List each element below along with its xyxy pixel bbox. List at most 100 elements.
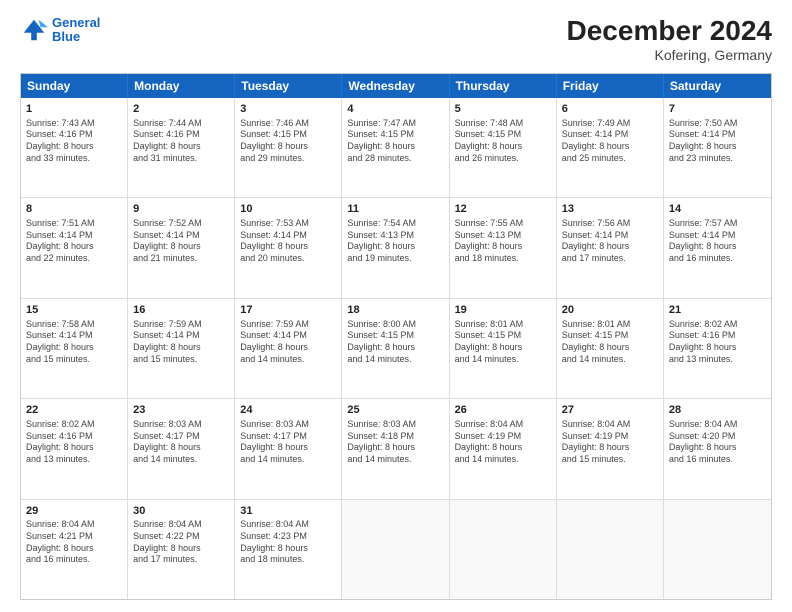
minutes-line: and 19 minutes. xyxy=(347,253,443,265)
day-cell-18: 18 Sunrise: 8:00 AM Sunset: 4:15 PM Dayl… xyxy=(342,299,449,398)
header-day-saturday: Saturday xyxy=(664,74,771,98)
sunrise-line: Sunrise: 8:03 AM xyxy=(240,419,336,431)
minutes-line: and 14 minutes. xyxy=(455,454,551,466)
day-number: 18 xyxy=(347,303,443,318)
daylight-line: Daylight: 8 hours xyxy=(347,342,443,354)
daylight-line: Daylight: 8 hours xyxy=(562,141,658,153)
sunset-line: Sunset: 4:19 PM xyxy=(455,431,551,443)
sunrise-line: Sunrise: 8:04 AM xyxy=(26,519,122,531)
daylight-line: Daylight: 8 hours xyxy=(133,141,229,153)
sunrise-line: Sunrise: 8:01 AM xyxy=(455,319,551,331)
daylight-line: Daylight: 8 hours xyxy=(240,442,336,454)
minutes-line: and 26 minutes. xyxy=(455,153,551,165)
daylight-line: Daylight: 8 hours xyxy=(669,342,766,354)
header: General Blue December 2024 Kofering, Ger… xyxy=(20,16,772,63)
sunrise-line: Sunrise: 7:47 AM xyxy=(347,118,443,130)
sunset-line: Sunset: 4:14 PM xyxy=(562,129,658,141)
daylight-line: Daylight: 8 hours xyxy=(347,141,443,153)
day-cell-29: 29 Sunrise: 8:04 AM Sunset: 4:21 PM Dayl… xyxy=(21,500,128,599)
sunset-line: Sunset: 4:14 PM xyxy=(26,230,122,242)
minutes-line: and 14 minutes. xyxy=(240,354,336,366)
minutes-line: and 18 minutes. xyxy=(455,253,551,265)
day-cell-9: 9 Sunrise: 7:52 AM Sunset: 4:14 PM Dayli… xyxy=(128,198,235,297)
sunset-line: Sunset: 4:17 PM xyxy=(133,431,229,443)
day-cell-19: 19 Sunrise: 8:01 AM Sunset: 4:15 PM Dayl… xyxy=(450,299,557,398)
day-cell-6: 6 Sunrise: 7:49 AM Sunset: 4:14 PM Dayli… xyxy=(557,98,664,197)
day-cell-16: 16 Sunrise: 7:59 AM Sunset: 4:14 PM Dayl… xyxy=(128,299,235,398)
sunset-line: Sunset: 4:15 PM xyxy=(347,129,443,141)
empty-cell xyxy=(342,500,449,599)
logo-icon xyxy=(20,16,48,44)
sunrise-line: Sunrise: 8:01 AM xyxy=(562,319,658,331)
sunset-line: Sunset: 4:14 PM xyxy=(669,230,766,242)
sunrise-line: Sunrise: 8:04 AM xyxy=(240,519,336,531)
day-number: 27 xyxy=(562,403,658,418)
day-cell-4: 4 Sunrise: 7:47 AM Sunset: 4:15 PM Dayli… xyxy=(342,98,449,197)
day-cell-2: 2 Sunrise: 7:44 AM Sunset: 4:16 PM Dayli… xyxy=(128,98,235,197)
day-cell-7: 7 Sunrise: 7:50 AM Sunset: 4:14 PM Dayli… xyxy=(664,98,771,197)
day-number: 26 xyxy=(455,403,551,418)
minutes-line: and 28 minutes. xyxy=(347,153,443,165)
header-day-wednesday: Wednesday xyxy=(342,74,449,98)
header-day-friday: Friday xyxy=(557,74,664,98)
minutes-line: and 14 minutes. xyxy=(133,454,229,466)
sunrise-line: Sunrise: 7:50 AM xyxy=(669,118,766,130)
daylight-line: Daylight: 8 hours xyxy=(26,442,122,454)
sunset-line: Sunset: 4:15 PM xyxy=(455,330,551,342)
day-number: 19 xyxy=(455,303,551,318)
day-number: 16 xyxy=(133,303,229,318)
calendar-row-2: 8 Sunrise: 7:51 AM Sunset: 4:14 PM Dayli… xyxy=(21,197,771,297)
minutes-line: and 33 minutes. xyxy=(26,153,122,165)
daylight-line: Daylight: 8 hours xyxy=(455,141,551,153)
sunrise-line: Sunrise: 8:00 AM xyxy=(347,319,443,331)
day-number: 13 xyxy=(562,202,658,217)
day-number: 25 xyxy=(347,403,443,418)
calendar-row-1: 1 Sunrise: 7:43 AM Sunset: 4:16 PM Dayli… xyxy=(21,98,771,197)
sunset-line: Sunset: 4:14 PM xyxy=(562,230,658,242)
daylight-line: Daylight: 8 hours xyxy=(562,442,658,454)
day-cell-28: 28 Sunrise: 8:04 AM Sunset: 4:20 PM Dayl… xyxy=(664,399,771,498)
day-number: 9 xyxy=(133,202,229,217)
sunrise-line: Sunrise: 7:54 AM xyxy=(347,218,443,230)
sunrise-line: Sunrise: 8:04 AM xyxy=(562,419,658,431)
daylight-line: Daylight: 8 hours xyxy=(562,241,658,253)
sunrise-line: Sunrise: 7:57 AM xyxy=(669,218,766,230)
sunset-line: Sunset: 4:14 PM xyxy=(240,230,336,242)
logo-text: General Blue xyxy=(52,16,100,45)
sunset-line: Sunset: 4:15 PM xyxy=(240,129,336,141)
day-cell-31: 31 Sunrise: 8:04 AM Sunset: 4:23 PM Dayl… xyxy=(235,500,342,599)
daylight-line: Daylight: 8 hours xyxy=(347,442,443,454)
minutes-line: and 14 minutes. xyxy=(562,354,658,366)
sunset-line: Sunset: 4:15 PM xyxy=(347,330,443,342)
sunrise-line: Sunrise: 7:59 AM xyxy=(240,319,336,331)
minutes-line: and 13 minutes. xyxy=(26,454,122,466)
main-title: December 2024 xyxy=(567,16,772,47)
day-number: 8 xyxy=(26,202,122,217)
sunset-line: Sunset: 4:17 PM xyxy=(240,431,336,443)
sunrise-line: Sunrise: 7:51 AM xyxy=(26,218,122,230)
sunset-line: Sunset: 4:14 PM xyxy=(240,330,336,342)
daylight-line: Daylight: 8 hours xyxy=(669,241,766,253)
daylight-line: Daylight: 8 hours xyxy=(133,543,229,555)
calendar-row-4: 22 Sunrise: 8:02 AM Sunset: 4:16 PM Dayl… xyxy=(21,398,771,498)
day-cell-25: 25 Sunrise: 8:03 AM Sunset: 4:18 PM Dayl… xyxy=(342,399,449,498)
day-number: 14 xyxy=(669,202,766,217)
day-cell-30: 30 Sunrise: 8:04 AM Sunset: 4:22 PM Dayl… xyxy=(128,500,235,599)
sunset-line: Sunset: 4:13 PM xyxy=(455,230,551,242)
minutes-line: and 22 minutes. xyxy=(26,253,122,265)
day-cell-8: 8 Sunrise: 7:51 AM Sunset: 4:14 PM Dayli… xyxy=(21,198,128,297)
daylight-line: Daylight: 8 hours xyxy=(669,442,766,454)
daylight-line: Daylight: 8 hours xyxy=(347,241,443,253)
day-number: 4 xyxy=(347,102,443,117)
day-number: 24 xyxy=(240,403,336,418)
sunset-line: Sunset: 4:16 PM xyxy=(26,129,122,141)
minutes-line: and 16 minutes. xyxy=(26,554,122,566)
sunset-line: Sunset: 4:19 PM xyxy=(562,431,658,443)
logo: General Blue xyxy=(20,16,100,45)
sunset-line: Sunset: 4:16 PM xyxy=(133,129,229,141)
day-cell-20: 20 Sunrise: 8:01 AM Sunset: 4:15 PM Dayl… xyxy=(557,299,664,398)
day-cell-15: 15 Sunrise: 7:58 AM Sunset: 4:14 PM Dayl… xyxy=(21,299,128,398)
day-cell-11: 11 Sunrise: 7:54 AM Sunset: 4:13 PM Dayl… xyxy=(342,198,449,297)
sunset-line: Sunset: 4:16 PM xyxy=(669,330,766,342)
sunset-line: Sunset: 4:14 PM xyxy=(669,129,766,141)
